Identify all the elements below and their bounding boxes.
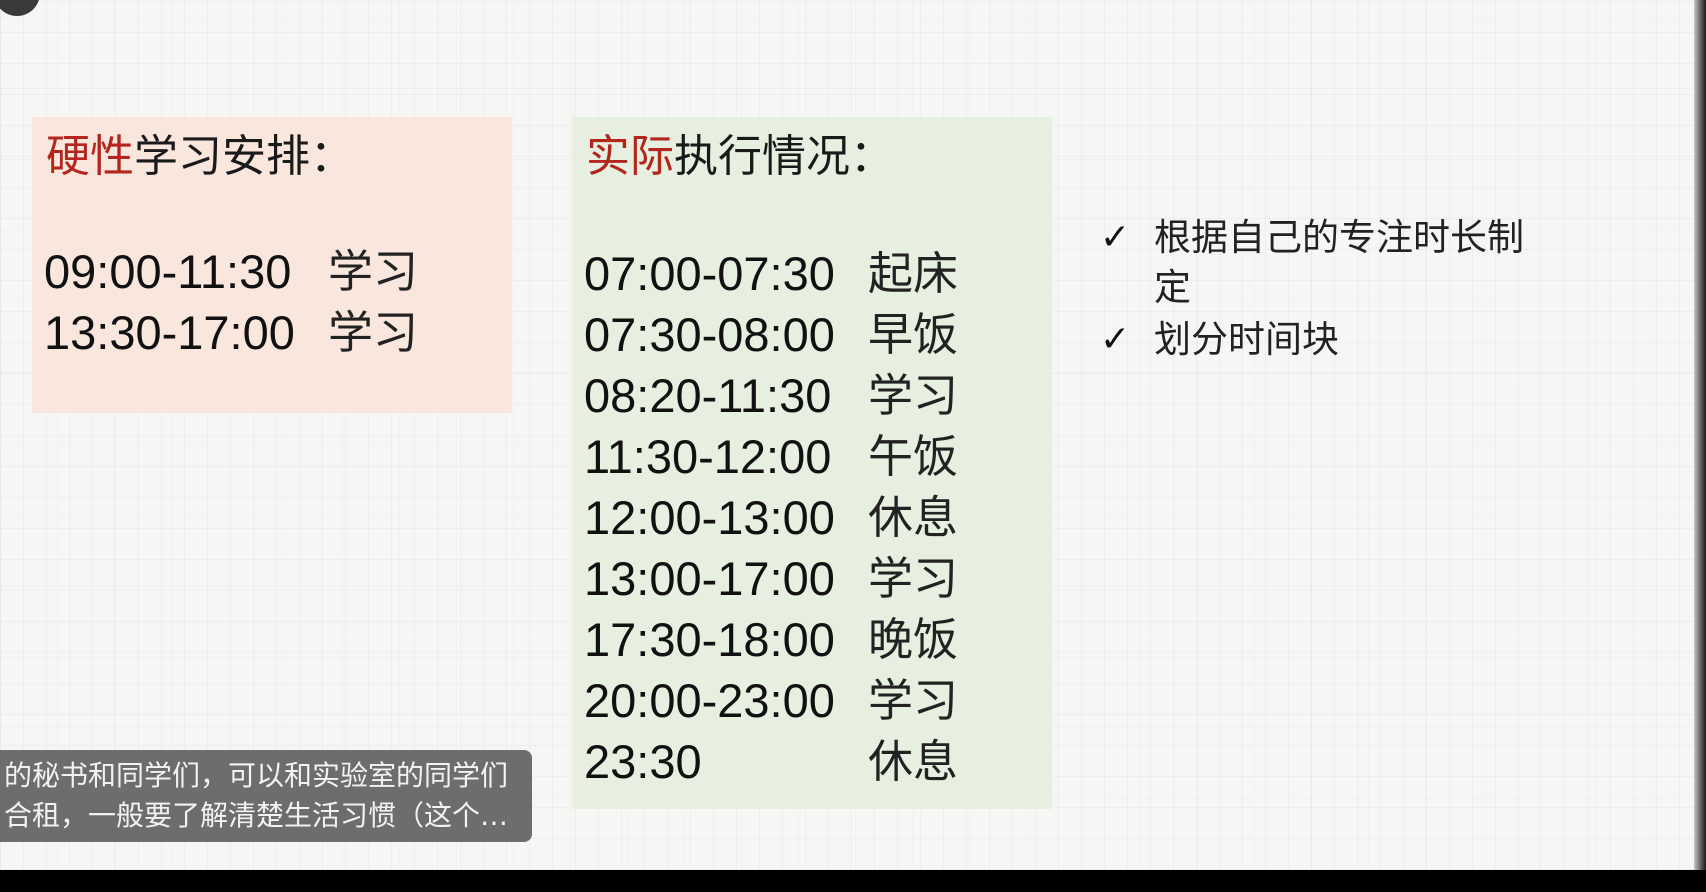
subtitle-caption: 的秘书和同学们，可以和实验室的同学们 合租，一般要了解清楚生活习惯（这个…	[0, 750, 532, 842]
actual-row-time: 07:30-08:00	[584, 308, 835, 361]
corner-logo-icon	[0, 0, 40, 16]
notes-list: ✓ 根据自己的专注时长制定 ✓ 划分时间块	[1100, 213, 1560, 367]
actual-row-activity: 起床	[868, 247, 959, 300]
actual-row-time: 20:00-23:00	[584, 674, 835, 727]
plan-row-time: 09:00-11:30	[44, 245, 292, 298]
bottom-letterbox	[0, 870, 1706, 892]
actual-row: 07:00-07:30 起床	[584, 243, 958, 304]
plan-row-activity: 学习	[328, 245, 419, 298]
actual-row-activity: 学习	[868, 674, 959, 727]
plan-list: 09:00-11:30 学习 13:30-17:00 学习	[44, 241, 418, 363]
subtitle-line-2: 合租，一般要了解清楚生活习惯（这个…	[4, 799, 509, 832]
actual-row-time: 07:00-07:30	[584, 247, 835, 300]
plan-title-rest: 学习安排：	[134, 131, 354, 182]
actual-row-time: 12:00-13:00	[584, 491, 835, 544]
actual-row-activity: 午饭	[868, 430, 959, 483]
actual-row-time: 13:00-17:00	[584, 552, 835, 605]
actual-row: 12:00-13:00 休息	[584, 487, 958, 548]
actual-row-time: 08:20-11:30	[584, 369, 832, 422]
plan-title-accent: 硬性	[46, 131, 134, 182]
plan-title: 硬性学习安排：	[46, 127, 354, 187]
actual-row: 13:00-17:00 学习	[584, 548, 958, 609]
slide: 硬性学习安排： 09:00-11:30 学习 13:30-17:00 学习 实际执行…	[0, 0, 1700, 870]
actual-row-time: 11:30-12:00	[584, 430, 832, 483]
plan-row-time: 13:30-17:00	[44, 306, 295, 359]
actual-row-activity: 休息	[868, 491, 959, 544]
actual-row-activity: 早饭	[868, 308, 959, 361]
note-item: ✓ 根据自己的专注时长制定	[1100, 213, 1560, 313]
actual-row: 11:30-12:00 午饭	[584, 426, 958, 487]
actual-row: 17:30-18:00 晚饭	[584, 609, 958, 670]
actual-row-activity: 休息	[868, 735, 959, 788]
actual-row: 23:30 休息	[584, 731, 958, 792]
actual-title: 实际执行情况：	[586, 127, 894, 187]
actual-title-accent: 实际	[586, 131, 674, 182]
actual-row-time: 23:30	[584, 735, 702, 788]
actual-row-activity: 学习	[868, 552, 959, 605]
plan-row: 09:00-11:30 学习	[44, 241, 418, 302]
check-icon: ✓	[1100, 319, 1131, 360]
actual-row-activity: 晚饭	[868, 613, 959, 666]
actual-row: 07:30-08:00 早饭	[584, 304, 958, 365]
right-edge-shadow	[1694, 0, 1706, 870]
actual-row-time: 17:30-18:00	[584, 613, 835, 666]
video-frame: 硬性学习安排： 09:00-11:30 学习 13:30-17:00 学习 实际执行…	[0, 0, 1706, 892]
note-text: 根据自己的专注时长制定	[1154, 216, 1524, 309]
note-text: 划分时间块	[1154, 318, 1339, 361]
plan-row: 13:30-17:00 学习	[44, 302, 418, 363]
actual-row: 20:00-23:00 学习	[584, 670, 958, 731]
plan-row-activity: 学习	[328, 306, 419, 359]
actual-box: 实际执行情况： 07:00-07:30 起床 07:30-08:00 早饭 08:2…	[572, 117, 1052, 809]
subtitle-line-1: 的秘书和同学们，可以和实验室的同学们	[4, 759, 509, 792]
actual-list: 07:00-07:30 起床 07:30-08:00 早饭 08:20-11:30 学…	[584, 243, 958, 792]
actual-title-rest: 执行情况：	[674, 131, 894, 182]
note-item: ✓ 划分时间块	[1100, 315, 1560, 365]
check-icon: ✓	[1100, 217, 1131, 258]
actual-row-activity: 学习	[868, 369, 959, 422]
plan-box: 硬性学习安排： 09:00-11:30 学习 13:30-17:00 学习	[32, 117, 512, 413]
actual-row: 08:20-11:30 学习	[584, 365, 958, 426]
